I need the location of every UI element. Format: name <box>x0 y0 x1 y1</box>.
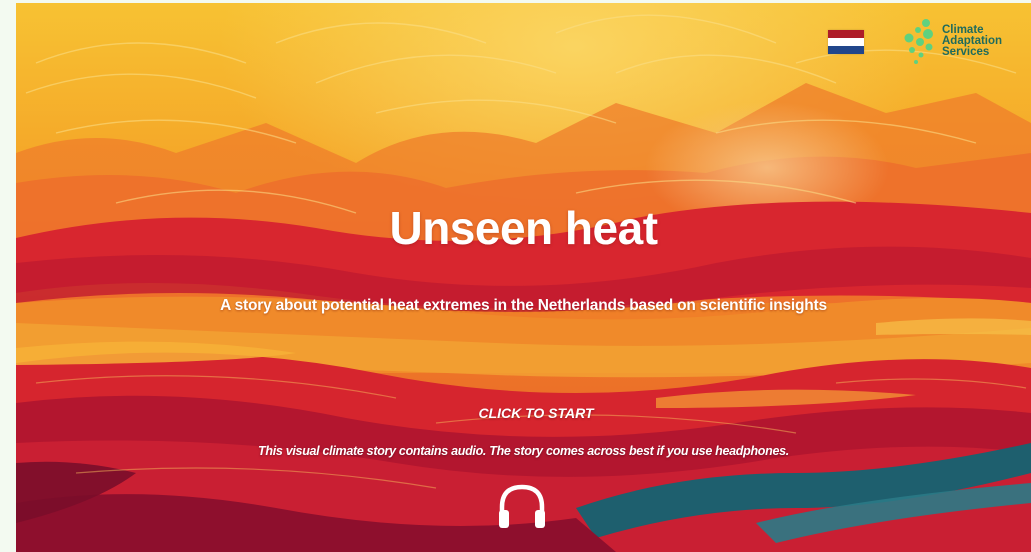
page-title: Unseen heat <box>389 202 658 254</box>
language-switch-flag[interactable] <box>828 30 864 54</box>
hero-section[interactable]: Climate Adaptation Services Unseen heat … <box>16 3 1031 552</box>
flag-stripe-white <box>828 38 864 46</box>
flag-stripe-blue <box>828 46 864 54</box>
headphones-icon <box>499 484 545 528</box>
logo-line-2: Adaptation <box>942 34 1003 47</box>
logo-line-3: Services <box>942 45 990 58</box>
logo-wordmark: Climate Adaptation Services <box>942 23 1003 58</box>
logo-line-1: Climate <box>942 23 984 36</box>
logo-dots-icon <box>904 19 933 64</box>
start-button[interactable]: CLICK TO START <box>446 405 626 421</box>
flag-stripe-red <box>828 30 864 38</box>
climate-adaptation-services-logo[interactable]: Climate Adaptation Services <box>898 15 1028 67</box>
audio-notice: This visual climate story contains audio… <box>258 444 789 458</box>
abstract-heat-painting <box>16 3 1031 552</box>
page-subtitle: A story about potential heat extremes in… <box>220 297 827 314</box>
